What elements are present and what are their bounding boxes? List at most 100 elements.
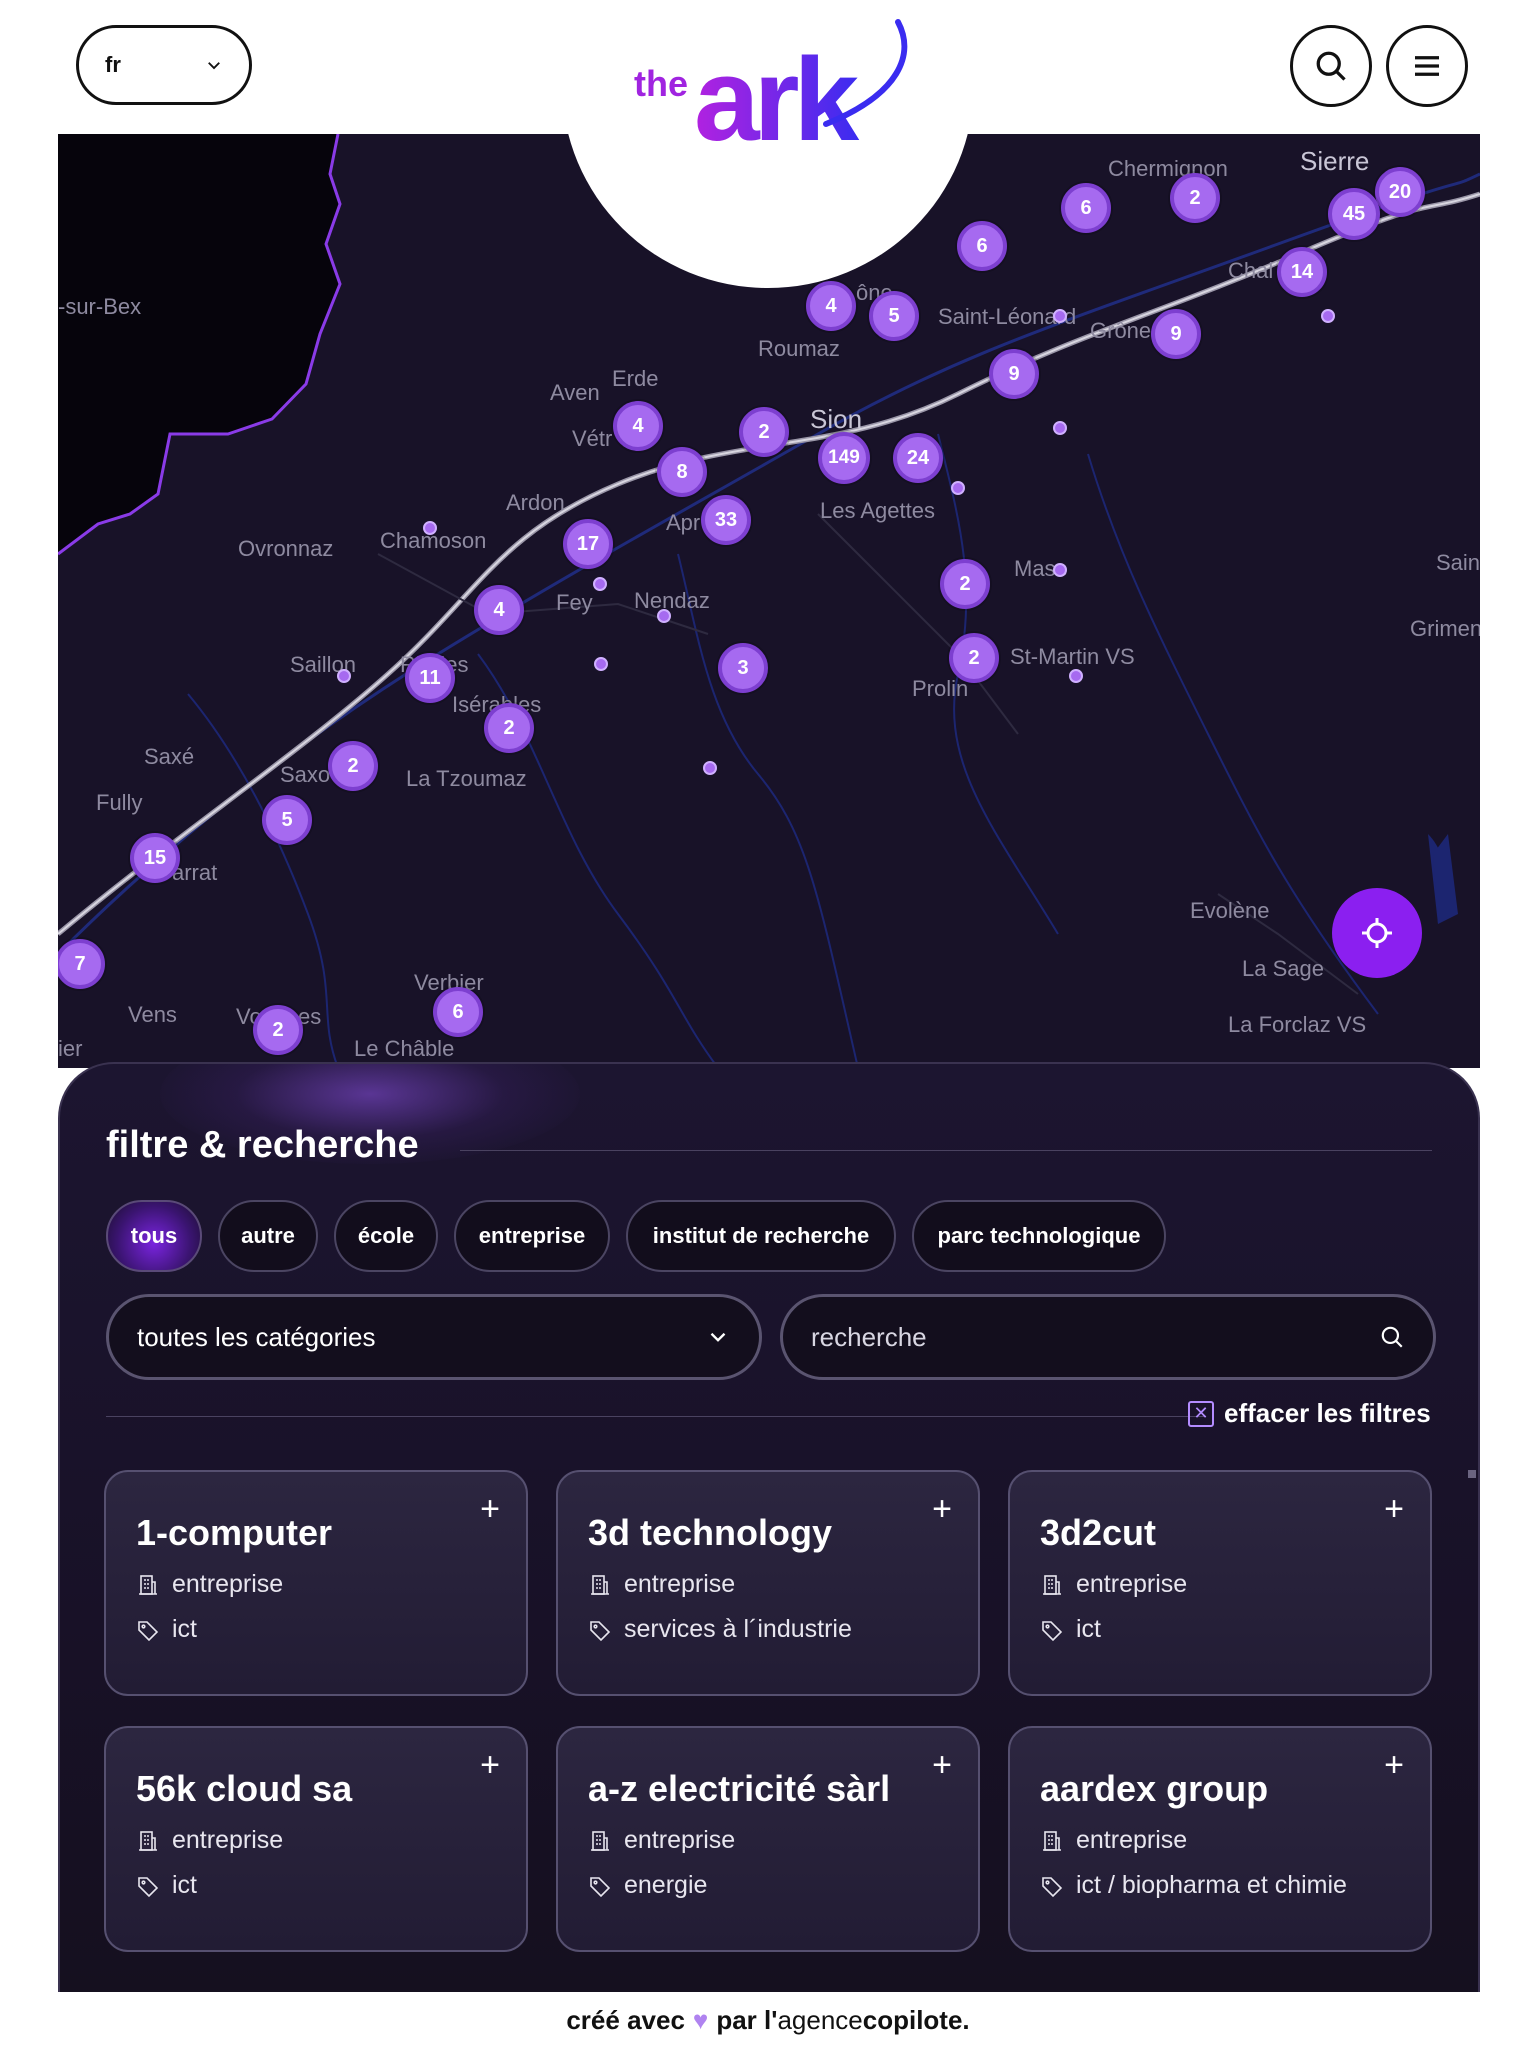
map-label: Sion xyxy=(810,404,863,434)
map-cluster[interactable]: 3 xyxy=(718,643,768,693)
map-label: Les Agettes xyxy=(820,498,935,523)
map-cluster[interactable]: 4 xyxy=(806,281,856,331)
site-logo[interactable]: the ark xyxy=(630,14,920,166)
company-type: entreprise xyxy=(624,1826,736,1854)
map-label: Apr xyxy=(666,510,701,535)
building-icon xyxy=(591,1830,609,1851)
map-pin[interactable] xyxy=(1053,309,1067,323)
map-pin[interactable] xyxy=(1321,309,1335,323)
map-cluster[interactable]: 2 xyxy=(1170,173,1220,223)
map-label: Le Châble xyxy=(354,1036,455,1061)
language-select[interactable]: fr xyxy=(76,25,252,105)
company-name: aardex group xyxy=(1040,1768,1269,1809)
map-cluster[interactable]: 2 xyxy=(949,633,999,683)
close-icon: ✕ xyxy=(1188,1400,1214,1427)
locate-me-button[interactable] xyxy=(1332,888,1422,978)
plus-icon[interactable]: + xyxy=(932,1492,952,1526)
tag-icon xyxy=(590,1620,611,1641)
plus-icon[interactable]: + xyxy=(1384,1748,1404,1782)
crosshair-icon xyxy=(1362,918,1392,948)
map-label: Fully xyxy=(96,790,143,815)
map-cluster[interactable]: 14 xyxy=(1277,247,1327,297)
map-cluster[interactable]: 33 xyxy=(701,495,751,545)
building-icon xyxy=(139,1574,157,1595)
search-button[interactable] xyxy=(1290,25,1372,107)
category-select[interactable]: toutes les catégories xyxy=(106,1294,762,1380)
clear-filters-button[interactable]: ✕ effacer les filtres xyxy=(1188,1398,1431,1429)
map-cluster[interactable]: 15 xyxy=(130,833,180,883)
panel-title: filtre & recherche xyxy=(106,1124,419,1166)
map-cluster[interactable]: 20 xyxy=(1375,167,1425,217)
footer-brand[interactable]: copilote. xyxy=(863,2005,970,2036)
filter-chip-entreprise[interactable]: entreprise xyxy=(454,1200,610,1272)
map-cluster[interactable]: 149 xyxy=(818,432,870,484)
map-pin[interactable] xyxy=(1053,421,1067,435)
divider xyxy=(106,1416,1206,1417)
filter-chip-autre[interactable]: autre xyxy=(218,1200,318,1272)
map-cluster[interactable]: 5 xyxy=(869,291,919,341)
company-name: 3d2cut xyxy=(1040,1512,1157,1553)
plus-icon[interactable]: + xyxy=(932,1748,952,1782)
footer-brand[interactable]: agence xyxy=(777,2005,862,2036)
map-cluster[interactable]: 2 xyxy=(484,703,534,753)
map-cluster[interactable]: 45 xyxy=(1328,188,1380,240)
map-label: Evolène xyxy=(1190,898,1270,923)
map-cluster[interactable]: 9 xyxy=(989,349,1039,399)
map-pin[interactable] xyxy=(1069,669,1083,683)
map-pin[interactable] xyxy=(593,577,607,591)
company-card[interactable]: + 56k cloud sa entreprise ict xyxy=(104,1726,528,1952)
map-pin[interactable] xyxy=(1053,563,1067,577)
map-label: Aven xyxy=(550,380,600,405)
company-type: entreprise xyxy=(172,1826,284,1854)
company-card[interactable]: + 3d technology entreprise services à l´… xyxy=(556,1470,980,1696)
map-pin[interactable] xyxy=(594,657,608,671)
filter-chip-ecole[interactable]: école xyxy=(334,1200,438,1272)
map-cluster[interactable]: 2 xyxy=(328,741,378,791)
scrollbar-thumb[interactable] xyxy=(1468,1470,1476,1478)
language-value: fr xyxy=(105,52,121,77)
footer-text: par l' xyxy=(716,2004,778,2035)
menu-button[interactable] xyxy=(1386,25,1468,107)
map-cluster[interactable]: 9 xyxy=(1151,309,1201,359)
company-name: 1-computer xyxy=(136,1512,333,1553)
map-cluster[interactable]: 6 xyxy=(1061,183,1111,233)
company-card[interactable]: + a-z electricité sàrl entreprise energi… xyxy=(556,1726,980,1952)
map-cluster[interactable]: 2 xyxy=(739,407,789,457)
search-input[interactable]: recherche xyxy=(780,1294,1436,1380)
map-cluster[interactable]: 17 xyxy=(563,519,613,569)
filter-chip-institut[interactable]: institut de recherche xyxy=(626,1200,896,1272)
map-label: Erde xyxy=(612,366,659,391)
map-pin[interactable] xyxy=(423,521,437,535)
map-cluster[interactable]: 4 xyxy=(613,401,663,451)
map-label: Sain xyxy=(1436,550,1480,575)
plus-icon[interactable]: + xyxy=(480,1492,500,1526)
map-cluster[interactable]: 8 xyxy=(657,447,707,497)
map-label: La Tzoumaz xyxy=(406,766,527,791)
tag-icon xyxy=(138,1620,159,1641)
hamburger-menu-icon xyxy=(1415,56,1439,76)
plus-icon[interactable]: + xyxy=(1384,1492,1404,1526)
map-cluster[interactable]: 4 xyxy=(474,585,524,635)
company-sector: ict xyxy=(172,1615,197,1643)
map-label: Vétr xyxy=(572,426,613,451)
map-pin[interactable] xyxy=(657,609,671,623)
map-cluster[interactable]: 2 xyxy=(940,559,990,609)
map-label: Grône xyxy=(1090,318,1152,343)
map-cluster[interactable]: 6 xyxy=(957,221,1007,271)
plus-icon[interactable]: + xyxy=(480,1748,500,1782)
company-card[interactable]: + aardex group entreprise ict / biopharm… xyxy=(1008,1726,1432,1952)
tag-icon xyxy=(590,1876,611,1897)
map-pin[interactable] xyxy=(337,669,351,683)
map-cluster[interactable]: 2 xyxy=(253,1005,303,1055)
company-card[interactable]: + 3d2cut entreprise ict xyxy=(1008,1470,1432,1696)
map-pin[interactable] xyxy=(951,481,965,495)
map-cluster[interactable]: 11 xyxy=(405,653,455,703)
map-cluster[interactable]: 5 xyxy=(262,795,312,845)
building-icon xyxy=(1043,1830,1061,1851)
filter-chip-parc[interactable]: parc technologique xyxy=(912,1200,1166,1272)
map-pin[interactable] xyxy=(703,761,717,775)
map-cluster[interactable]: 6 xyxy=(433,987,483,1037)
company-card[interactable]: + 1-computer entreprise ict xyxy=(104,1470,528,1696)
filter-chip-tous[interactable]: tous xyxy=(106,1200,202,1272)
map-cluster[interactable]: 24 xyxy=(893,433,943,483)
